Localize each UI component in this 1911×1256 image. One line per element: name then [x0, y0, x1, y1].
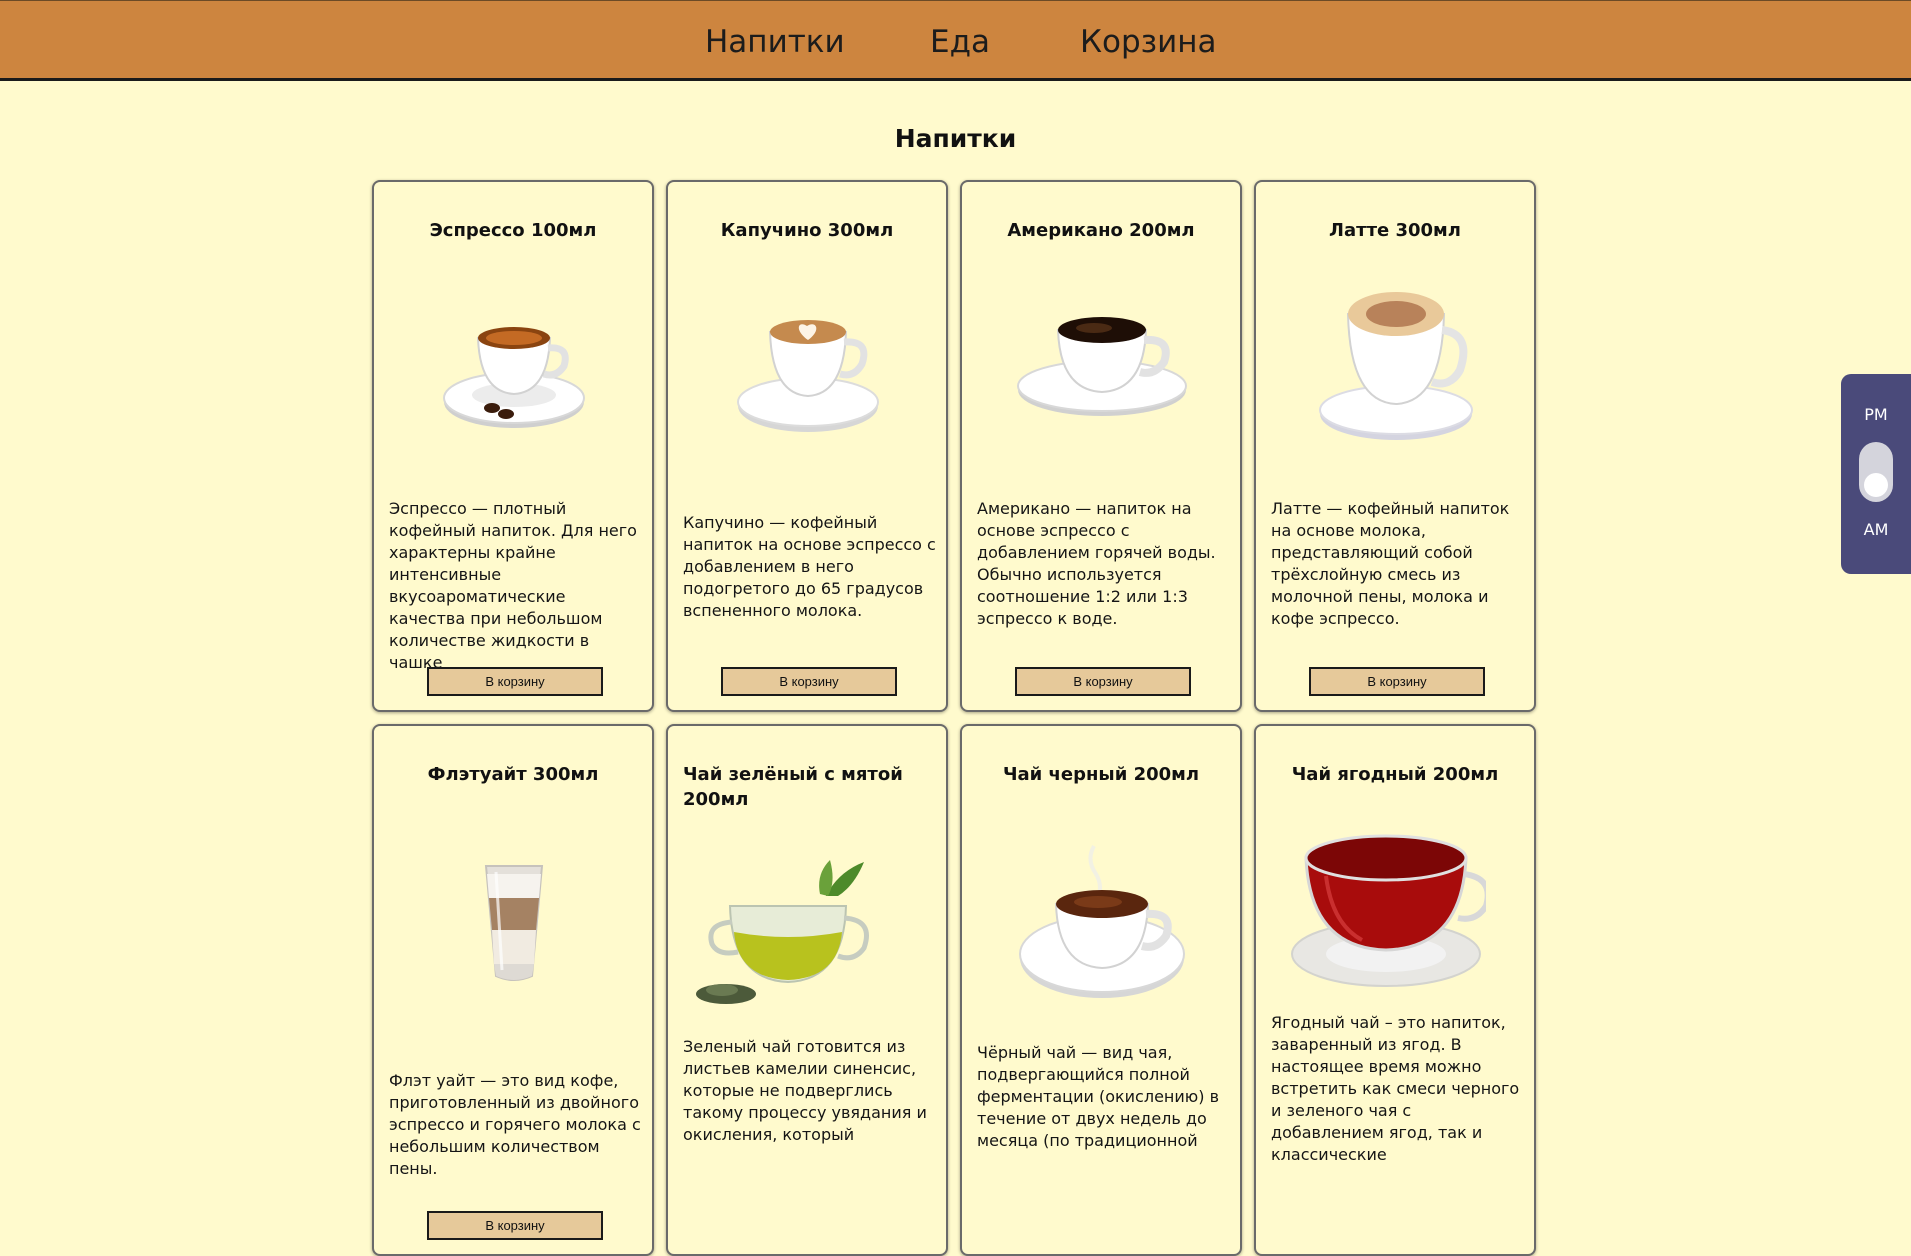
am-pm-switch-panel: PM AM: [1841, 374, 1911, 574]
nav-link-drinks[interactable]: Напитки: [705, 21, 845, 63]
page-title: Напитки: [894, 124, 1017, 153]
cappuccino-cup-icon: [737, 320, 879, 432]
add-to-cart-button[interactable]: В корзину: [427, 1211, 603, 1240]
espresso-cup-icon: [443, 327, 585, 428]
product-title: Чай ягодный 200мл: [1291, 764, 1499, 785]
berry-tea-cup-icon: [1291, 834, 1486, 987]
black-tea-cup-icon: [1019, 845, 1185, 998]
green-tea-cup-icon: [696, 860, 869, 1004]
top-navigation: Напитки Еда Корзина: [0, 0, 1911, 81]
product-description: Американо — напиток на основе эспрессо с…: [977, 499, 1216, 628]
flat-white-glass-icon: [484, 865, 544, 981]
add-to-cart-button[interactable]: В корзину: [1015, 667, 1191, 696]
product-title: Американо 200мл: [1007, 220, 1195, 241]
americano-cup-icon: [1017, 317, 1187, 416]
product-title: Чай зелёный с мятой 200мл: [683, 764, 903, 810]
nav-link-food[interactable]: Еда: [930, 21, 990, 63]
product-title: Капучино 300мл: [720, 220, 894, 241]
product-title: Флэтуайт 300мл: [427, 764, 599, 785]
add-to-cart-button[interactable]: В корзину: [1309, 667, 1485, 696]
product-title: Эспрессо 100мл: [429, 220, 597, 241]
am-pm-toggle[interactable]: [1859, 442, 1893, 502]
product-description: Флэт уайт — это вид кофе, приготовленный…: [389, 1071, 641, 1178]
product-card: Флэтуайт 300мл Флэт уайт — это вид кофе,…: [372, 724, 654, 1256]
product-card: Капучино 300мл Капучино — кофейный напит…: [666, 180, 948, 712]
product-title: Чай черный 200мл: [1002, 764, 1200, 785]
product-card: Латте 300мл Латте — кофейный напиток на …: [1254, 180, 1536, 712]
add-to-cart-button[interactable]: В корзину: [721, 667, 897, 696]
nav-link-cart[interactable]: Корзина: [1080, 21, 1217, 63]
product-description: Капучино — кофейный напиток на основе эс…: [683, 513, 936, 620]
product-card: Чай зелёный с мятой 200мл Зеленый чай го…: [666, 724, 948, 1256]
product-card: Эспрессо 100мл Эспрессо — плотный кофейн…: [372, 180, 654, 712]
add-to-cart-button[interactable]: В корзину: [427, 667, 603, 696]
product-description: Чёрный чай — вид чая, подвергающийся пол…: [977, 1043, 1219, 1150]
product-card: Чай ягодный 200мл Ягодный чай – это напи…: [1254, 724, 1536, 1256]
product-description: Эспрессо — плотный кофейный напиток. Для…: [389, 499, 637, 672]
product-description: Латте — кофейный напиток на основе молок…: [1271, 499, 1510, 628]
am-label: AM: [1863, 520, 1889, 539]
product-card: Американо 200мл Американо — напиток на о…: [960, 180, 1242, 712]
product-title: Латте 300мл: [1329, 220, 1461, 241]
product-description: Зеленый чай готовится из листьев камелии…: [683, 1037, 927, 1144]
product-description: Ягодный чай – это напиток, заваренный из…: [1271, 1013, 1520, 1164]
toggle-knob: [1864, 473, 1888, 497]
latte-cup-icon: [1319, 292, 1473, 440]
product-card: Чай черный 200мл Чёрный чай — вид чая, п…: [960, 724, 1242, 1256]
pm-label: PM: [1864, 405, 1888, 424]
